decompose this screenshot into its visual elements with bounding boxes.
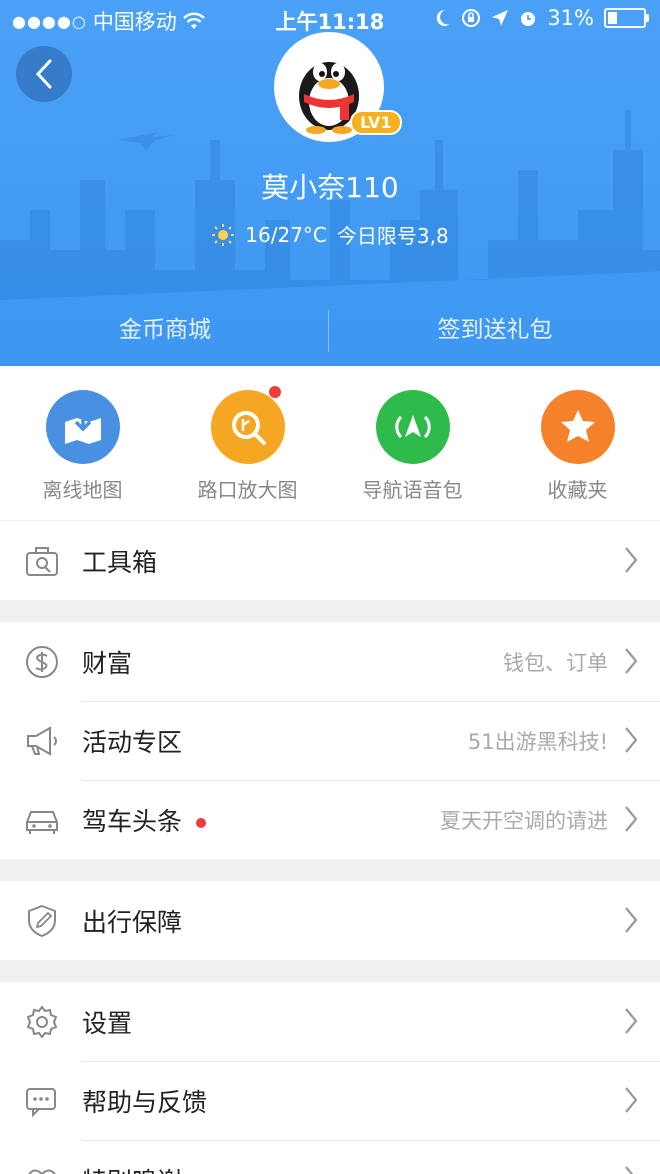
toolbox-section: 工具箱 <box>0 521 660 600</box>
chevron-right-icon <box>625 907 638 933</box>
favorites-label: 收藏夹 <box>547 478 608 502</box>
temperature: 16/27°C <box>245 222 327 247</box>
quick-favorites[interactable]: 收藏夹 <box>495 366 660 520</box>
tab-divider <box>328 310 329 352</box>
megaphone-icon <box>27 726 57 756</box>
alarm-icon <box>521 12 536 26</box>
settings-title: 设置 <box>82 1008 133 1038</box>
chevron-right-icon <box>625 648 638 674</box>
quick-offline-map[interactable]: 离线地图 <box>0 366 165 520</box>
chevron-right-icon <box>625 1166 634 1174</box>
new-badge-dot <box>269 386 281 398</box>
activities-row[interactable]: 活动专区 51出游黑科技! <box>0 701 660 780</box>
quick-junction-zoom[interactable]: 路口放大图 <box>165 366 330 520</box>
toolbox-row[interactable]: 工具箱 <box>0 521 660 600</box>
driving-news-subtitle: 夏天开空调的请进 <box>440 808 608 833</box>
special-thanks-row[interactable]: 特别鸣谢 <box>0 1140 660 1174</box>
voice-pack-label: 导航语音包 <box>362 478 463 502</box>
favorites-icon <box>540 390 615 464</box>
settings-row[interactable]: 设置 <box>0 982 660 1061</box>
rotation-lock-icon <box>462 9 481 27</box>
wealth-title: 财富 <box>82 648 133 678</box>
coin-mall-tab[interactable]: 金币商城 <box>0 300 330 366</box>
guarantee-section: 出行保障 <box>0 881 660 960</box>
sun-icon <box>212 223 235 246</box>
header-tabs: 金币商城 签到送礼包 <box>0 300 660 366</box>
voice-pack-icon <box>375 390 450 464</box>
wealth-section: 财富 钱包、订单 活动专区 51出游黑科技! 驾车头条 夏天开空调的请进 <box>0 622 660 859</box>
gear-icon <box>26 1005 58 1039</box>
back-button[interactable] <box>16 46 72 102</box>
chevron-right-icon <box>625 806 638 832</box>
moon-icon <box>437 9 451 26</box>
settings-section: 设置 帮助与反馈 特别鸣谢 <box>0 982 660 1174</box>
help-row[interactable]: 帮助与反馈 <box>0 1061 660 1140</box>
username: 莫小奈110 <box>261 171 399 204</box>
checkin-gift-tab[interactable]: 签到送礼包 <box>330 300 660 366</box>
battery-percent: 31% <box>547 6 594 30</box>
wealth-row[interactable]: 财富 钱包、订单 <box>0 622 660 701</box>
chevron-right-icon <box>625 727 638 753</box>
quick-actions: 离线地图 路口放大图 导航语音包 收藏夹 <box>0 366 660 520</box>
driving-news-title: 驾车头条 <box>82 802 207 838</box>
junction-zoom-label: 路口放大图 <box>197 478 298 502</box>
offline-map-icon <box>45 390 120 464</box>
level-badge: LV1 <box>350 110 402 135</box>
car-icon <box>26 811 58 834</box>
travel-guarantee-title: 出行保障 <box>82 907 183 937</box>
plate-restriction: 今日限号3,8 <box>336 224 449 248</box>
toolbox-title: 工具箱 <box>82 547 158 577</box>
driving-news-row[interactable]: 驾车头条 夏天开空调的请进 <box>0 780 660 859</box>
toolbox-icon <box>26 547 58 576</box>
chat-icon <box>26 1088 56 1118</box>
chevron-right-icon <box>625 1087 638 1113</box>
activities-title: 活动专区 <box>82 727 183 757</box>
activities-subtitle: 51出游黑科技! <box>467 729 608 754</box>
battery-icon <box>604 8 649 28</box>
wealth-subtitle: 钱包、订单 <box>503 650 608 675</box>
special-thanks-title: 特别鸣谢 <box>82 1162 182 1174</box>
offline-map-label: 离线地图 <box>42 478 123 502</box>
chevron-left-icon <box>35 59 52 89</box>
quick-voice-pack[interactable]: 导航语音包 <box>330 366 495 520</box>
shield-icon <box>28 904 56 938</box>
thanks-icon <box>28 1169 56 1174</box>
location-arrow-icon <box>492 10 509 26</box>
dollar-icon <box>26 646 58 678</box>
weather-info: 16/27°C 今日限号3,8 <box>0 220 660 249</box>
chevron-right-icon <box>625 547 638 573</box>
unread-dot <box>196 817 207 828</box>
junction-zoom-icon <box>210 390 285 464</box>
driving-news-label: 驾车头条 <box>82 806 183 836</box>
chevron-right-icon <box>625 1008 638 1034</box>
profile-header: ●●●●○ 中国移动 上午11:18 31% LV1 莫小奈110 16/27°… <box>0 0 660 366</box>
travel-guarantee-row[interactable]: 出行保障 <box>0 881 660 960</box>
help-title: 帮助与反馈 <box>82 1087 208 1117</box>
